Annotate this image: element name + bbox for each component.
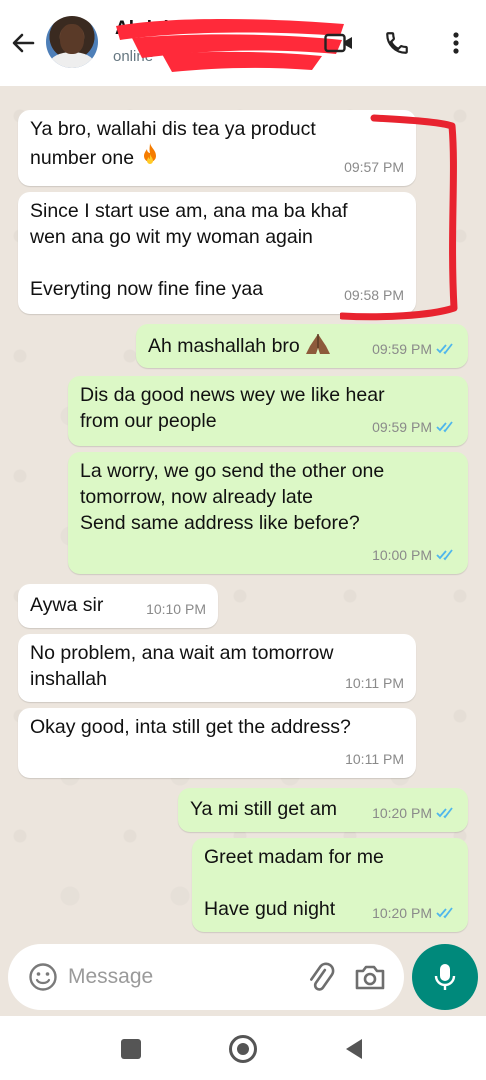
message-bubble[interactable]: Ya bro, wallahi dis tea ya product numbe…: [18, 110, 416, 186]
message-meta: 09:58 PM: [344, 282, 404, 308]
nav-home-icon[interactable]: [229, 1035, 257, 1063]
camera-icon[interactable]: [354, 962, 386, 992]
mic-icon[interactable]: [412, 944, 478, 1010]
message-bubble[interactable]: Ah mashallah bro 09:59 PM: [136, 324, 468, 368]
message-meta: 10:11 PM: [345, 670, 404, 696]
message-time: 10:20 PM: [372, 805, 432, 821]
message-meta: 10:20 PM: [372, 800, 456, 826]
read-receipt-icon: [436, 549, 453, 561]
smiley-icon[interactable]: [28, 962, 58, 992]
message-time: 09:57 PM: [344, 159, 404, 175]
fire-emoji-icon: [138, 142, 162, 175]
message-time: 09:59 PM: [372, 419, 432, 435]
nav-back-icon[interactable]: [344, 1038, 364, 1060]
back-arrow-icon[interactable]: [8, 28, 38, 58]
redaction-scribble: [116, 19, 344, 72]
avatar[interactable]: [46, 16, 98, 68]
message-bubble[interactable]: Aywa sir 10:10 PM: [18, 584, 218, 628]
phone-icon[interactable]: [381, 27, 413, 59]
read-receipt-icon: [436, 343, 453, 355]
message-time: 10:10 PM: [146, 601, 206, 617]
message-time: 10:00 PM: [372, 547, 432, 563]
message-time: 10:11 PM: [345, 675, 404, 691]
message-bubble[interactable]: Greet madam for me Have gud night 10:20 …: [192, 838, 468, 932]
message-time: 10:11 PM: [345, 751, 404, 767]
message-meta: 09:59 PM: [372, 414, 456, 440]
read-receipt-icon: [436, 807, 453, 819]
read-receipt-icon: [436, 421, 453, 433]
message-bubble[interactable]: Dis da good news wey we like hear from o…: [68, 376, 468, 446]
message-meta: 10:10 PM: [146, 596, 206, 622]
message-bubble[interactable]: Ya mi still get am 10:20 PM: [178, 788, 468, 832]
message-meta: 09:59 PM: [372, 336, 456, 362]
message-meta: 10:20 PM: [372, 900, 456, 926]
message-text: Okay good, inta still get the address?: [30, 716, 351, 738]
composer: [8, 944, 404, 1010]
message-meta: 09:57 PM: [344, 154, 404, 180]
more-vert-icon[interactable]: [446, 27, 466, 59]
message-meta: 10:11 PM: [345, 746, 404, 772]
message-time: 09:58 PM: [344, 287, 404, 303]
message-text: La worry, we go send the other one tomor…: [80, 460, 385, 534]
message-time: 10:20 PM: [372, 905, 432, 921]
message-bubble[interactable]: No problem, ana wait am tomorrow inshall…: [18, 634, 416, 702]
read-receipt-icon: [436, 907, 453, 919]
message-bubble[interactable]: Since I start use am, ana ma ba khaf wen…: [18, 192, 416, 314]
message-input[interactable]: [68, 962, 288, 992]
message-bubble[interactable]: La worry, we go send the other one tomor…: [68, 452, 468, 574]
message-meta: 10:00 PM: [372, 542, 456, 568]
folded-hands-emoji-icon: [304, 332, 332, 363]
message-bubble[interactable]: Okay good, inta still get the address? 1…: [18, 708, 416, 778]
attach-icon[interactable]: [304, 961, 336, 993]
nav-recents-icon[interactable]: [121, 1039, 141, 1059]
chat-area[interactable]: Ya bro, wallahi dis tea ya product numbe…: [0, 86, 486, 938]
message-time: 09:59 PM: [372, 341, 432, 357]
chat-header: Abdul online: [0, 0, 486, 86]
system-nav-bar: [0, 1016, 486, 1080]
video-call-icon[interactable]: [322, 28, 356, 58]
